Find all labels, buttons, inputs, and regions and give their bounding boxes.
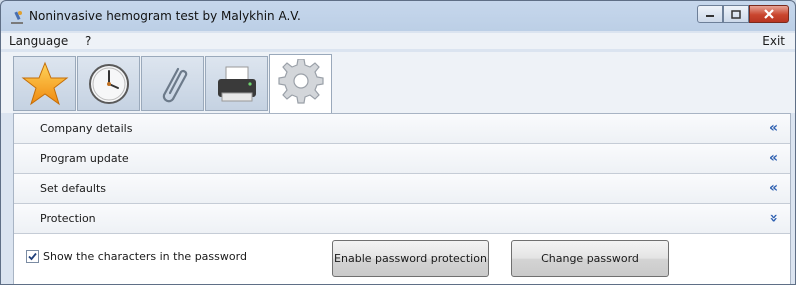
section-set-defaults[interactable]: Set defaults « <box>14 174 790 204</box>
clock-icon <box>89 64 129 104</box>
section-label: Program update <box>40 152 129 165</box>
window-controls <box>697 5 789 23</box>
tool-favorites[interactable] <box>13 56 76 111</box>
title-bar[interactable]: Noninvasive hemogram test by Malykhin A.… <box>1 1 795 31</box>
settings-panel: Company details « Program update « Set d… <box>13 113 791 284</box>
close-icon <box>764 9 774 19</box>
show-password-chars-label: Show the characters in the password <box>43 250 247 263</box>
change-password-button[interactable]: Change password <box>511 240 669 277</box>
expand-arrow-icon[interactable]: « <box>769 180 778 196</box>
app-window: Noninvasive hemogram test by Malykhin A.… <box>0 0 796 285</box>
checkmark-icon <box>28 252 37 261</box>
maximize-button[interactable] <box>723 5 749 23</box>
protection-panel: Show the characters in the password Enab… <box>14 234 790 284</box>
paperclip-icon <box>162 67 188 103</box>
expand-arrow-icon[interactable]: « <box>769 120 778 136</box>
section-label: Protection <box>40 212 96 225</box>
section-program-update[interactable]: Program update « <box>14 144 790 174</box>
close-button[interactable] <box>749 5 789 23</box>
menu-language[interactable]: Language <box>9 34 68 48</box>
gear-icon <box>278 59 324 104</box>
window-title: Noninvasive hemogram test by Malykhin A.… <box>29 9 301 23</box>
minimize-icon <box>706 15 714 17</box>
section-protection[interactable]: Protection » <box>14 204 790 234</box>
tool-print[interactable] <box>205 56 268 111</box>
collapse-arrow-icon[interactable]: » <box>765 213 781 222</box>
expand-arrow-icon[interactable]: « <box>769 150 778 166</box>
tool-history[interactable] <box>77 56 140 111</box>
tool-settings[interactable] <box>269 54 332 114</box>
show-password-chars-option[interactable]: Show the characters in the password <box>26 250 247 263</box>
tool-attachments[interactable] <box>141 56 204 111</box>
menu-help[interactable]: ? <box>85 34 91 48</box>
menu-exit[interactable]: Exit <box>762 34 785 48</box>
maximize-icon <box>731 9 741 19</box>
section-label: Company details <box>40 122 133 135</box>
minimize-button[interactable] <box>697 5 723 23</box>
toolbar <box>1 52 795 114</box>
star-icon <box>21 61 69 106</box>
printer-icon <box>218 66 256 102</box>
menu-bar: Language ? Exit <box>1 33 795 49</box>
show-password-chars-checkbox[interactable] <box>26 250 39 263</box>
section-label: Set defaults <box>40 182 106 195</box>
enable-password-protection-button[interactable]: Enable password protection <box>332 240 489 277</box>
section-company-details[interactable]: Company details « <box>14 114 790 144</box>
microscope-icon <box>11 11 23 24</box>
